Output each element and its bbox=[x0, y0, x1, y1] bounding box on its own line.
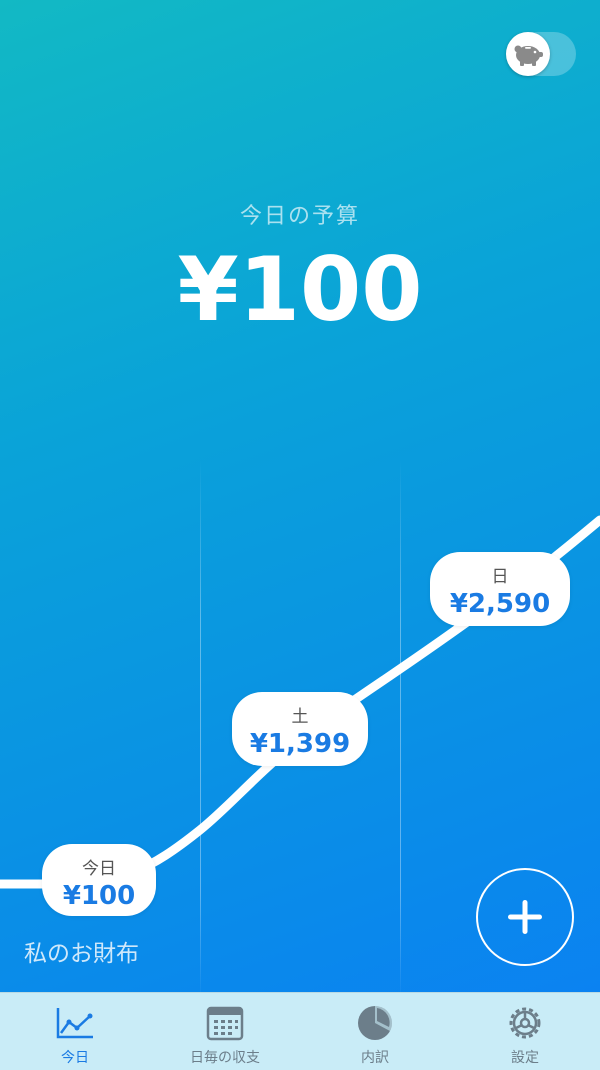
tab-label: 今日 bbox=[61, 1050, 89, 1066]
pie-chart-icon bbox=[358, 1006, 392, 1040]
gear-icon bbox=[509, 1007, 541, 1039]
today-screen: 今日の予算 ¥100 今日 ¥100 土 ¥1,399 日 ¥2,590 私のお… bbox=[0, 0, 600, 1070]
point-amount: ¥2,590 bbox=[449, 589, 551, 619]
point-amount: ¥1,399 bbox=[249, 729, 351, 759]
plus-icon bbox=[508, 900, 542, 934]
chart-point-bubble: 日 ¥2,590 bbox=[430, 552, 570, 626]
add-transaction-button[interactable] bbox=[476, 868, 574, 966]
point-day: 土 bbox=[291, 707, 309, 727]
tab-label: 日毎の収支 bbox=[190, 1050, 260, 1066]
tab-daily-balance[interactable]: 日毎の収支 bbox=[150, 993, 300, 1070]
tab-settings[interactable]: 設定 bbox=[450, 993, 600, 1070]
tab-today[interactable]: 今日 bbox=[0, 993, 150, 1070]
point-day: 日 bbox=[491, 567, 509, 587]
chart-point-bubble: 土 ¥1,399 bbox=[232, 692, 368, 766]
point-amount: ¥100 bbox=[62, 881, 136, 911]
wallet-name[interactable]: 私のお財布 bbox=[24, 934, 139, 968]
point-day: 今日 bbox=[82, 859, 116, 879]
calendar-icon bbox=[206, 1006, 244, 1041]
line-chart-icon bbox=[56, 1008, 93, 1039]
chart-point-bubble: 今日 ¥100 bbox=[42, 844, 156, 916]
tab-label: 設定 bbox=[511, 1050, 539, 1066]
tab-breakdown[interactable]: 内訳 bbox=[300, 993, 450, 1070]
tab-label: 内訳 bbox=[361, 1050, 389, 1066]
tab-bar: 今日 日毎の収支 内訳 設定 bbox=[0, 992, 600, 1070]
